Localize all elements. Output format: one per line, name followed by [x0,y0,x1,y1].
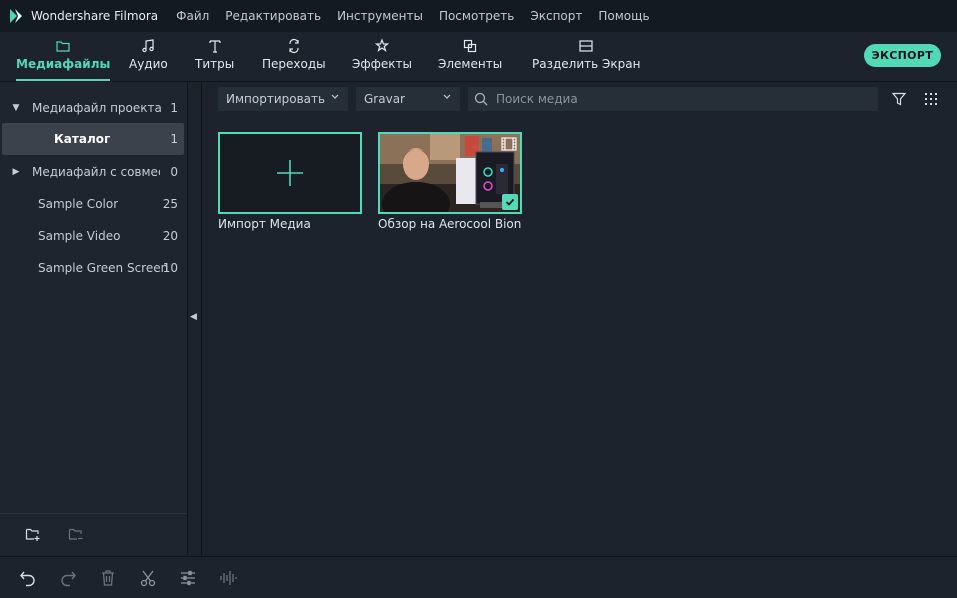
export-button[interactable]: ЭКСПОРТ [863,44,941,67]
menu-tools[interactable]: Инструменты [337,9,423,23]
menu-help[interactable]: Помощь [598,9,649,23]
sort-dropdown-label: Gravar [364,92,405,106]
menu-file[interactable]: Файл [176,9,209,23]
media-clip-tile[interactable]: Обзор на Aerocool Bioni... [378,132,522,231]
selected-check-icon [502,194,518,210]
sort-dropdown[interactable]: Gravar [356,87,460,111]
media-filter-bar: Импортировать Gravar [202,82,957,116]
tab-elements-label: Элементы [438,57,503,71]
scissors-icon[interactable] [139,569,157,587]
filmora-logo-icon [10,9,22,23]
sidebar-item-sample-color[interactable]: Sample Color 25 [2,188,184,220]
import-media-label: Импорт Медиа [218,217,311,231]
import-media-tile[interactable]: Импорт Медиа [218,132,362,231]
menu-edit[interactable]: Редактировать [225,9,321,23]
caret-down-icon[interactable]: ▼ [8,103,24,113]
transition-icon [289,38,299,54]
tab-media-label: Медиафайлы [16,57,111,71]
filter-icon[interactable] [891,91,907,107]
collapse-left-icon[interactable]: ◀ [190,312,197,322]
sidebar-item-sample-video[interactable]: Sample Video 20 [2,220,184,252]
text-icon [209,40,221,53]
tab-split-screen[interactable]: Разделить Экран [532,38,640,71]
tab-transitions-label: Переходы [262,57,326,71]
timeline-toolbar [0,556,957,598]
menu-view[interactable]: Посмотреть [439,9,514,23]
sidebar-item-label: Медиафайл с совместимостью [32,165,160,179]
folder-icon [56,41,70,52]
undo-icon[interactable] [19,569,37,587]
music-note-icon [142,39,155,53]
sidebar-item-sample-green-screen[interactable]: Sample Green Screen 10 [2,252,184,284]
sidebar-item-label: Sample Video [38,229,121,243]
media-search-box[interactable] [468,87,878,111]
import-dropdown-label: Импортировать [226,92,326,106]
media-clip-thumb[interactable] [378,132,522,214]
app-title: Wondershare Filmora [31,9,159,23]
sidebar-item-label: Sample Green Screen [38,261,169,275]
tab-audio[interactable]: Аудио [129,38,168,71]
tab-elements[interactable]: Элементы [438,38,502,71]
video-thumbnail-image [380,134,520,212]
sidebar-item-count: 1 [170,101,178,115]
media-library-sidebar: ▼ Медиафайл проекта 1 Каталог 1 ▶ Медиаф… [0,82,188,555]
tab-split-screen-label: Разделить Экран [532,57,641,71]
chevron-down-icon [331,94,339,99]
sidebar-item-count: 25 [162,197,178,211]
import-dropdown[interactable]: Импортировать [218,87,348,111]
tab-titles[interactable]: Титры [195,38,234,71]
elements-icon [463,39,477,53]
sidebar-item-count: 10 [162,261,178,275]
sidebar-item-count: 0 [170,165,178,179]
plus-icon [277,160,303,186]
redo-icon[interactable] [59,569,77,587]
sidebar-item-count: 1 [170,132,178,146]
sidebar-item-project-media[interactable]: ▼ Медиафайл проекта 1 [2,92,184,124]
sidebar-footer [0,513,187,555]
tab-media[interactable]: Медиафайлы [16,38,111,81]
sidebar-item-shared-media[interactable]: ▶ Медиафайл с совместимостью 0 [2,156,184,188]
tab-effects[interactable]: Эффекты [352,38,412,71]
tab-transitions[interactable]: Переходы [262,38,326,71]
tab-audio-label: Аудио [129,57,168,71]
sidebar-item-label: Sample Color [38,197,119,211]
sidebar-item-label: Каталог [54,132,111,146]
import-media-thumb[interactable] [218,132,362,214]
sidebar-collapse-handle[interactable]: ◀ [188,82,202,555]
module-toolbar: Медиафайлы Аудио Титры Переходы Эффекты … [0,32,957,82]
grid-view-icon[interactable] [923,91,939,107]
title-bar: Wondershare Filmora Файл Редактировать И… [0,0,957,32]
delete-icon[interactable] [99,569,117,587]
effects-icon [374,38,390,53]
menu-export[interactable]: Экспорт [530,9,582,23]
audio-waveform-icon[interactable] [219,569,237,587]
search-icon [474,92,488,106]
chevron-down-icon [443,94,451,99]
sidebar-item-label: Медиафайл проекта [32,101,162,115]
media-clip-label: Обзор на Aerocool Bioni... [378,217,522,231]
caret-right-icon[interactable]: ▶ [8,167,24,177]
remove-folder-icon[interactable] [68,526,84,542]
tab-effects-label: Эффекты [352,57,412,71]
split-screen-icon [579,40,593,52]
adjust-icon[interactable] [179,569,197,587]
tab-titles-label: Титры [195,57,235,71]
sidebar-item-count: 20 [162,229,178,243]
search-input[interactable] [494,91,868,107]
film-icon [501,137,517,151]
sidebar-item-catalog[interactable]: Каталог 1 [2,123,184,155]
new-folder-icon[interactable] [25,526,41,542]
media-content-area: Импортировать Gravar Импорт Ме [202,82,957,555]
